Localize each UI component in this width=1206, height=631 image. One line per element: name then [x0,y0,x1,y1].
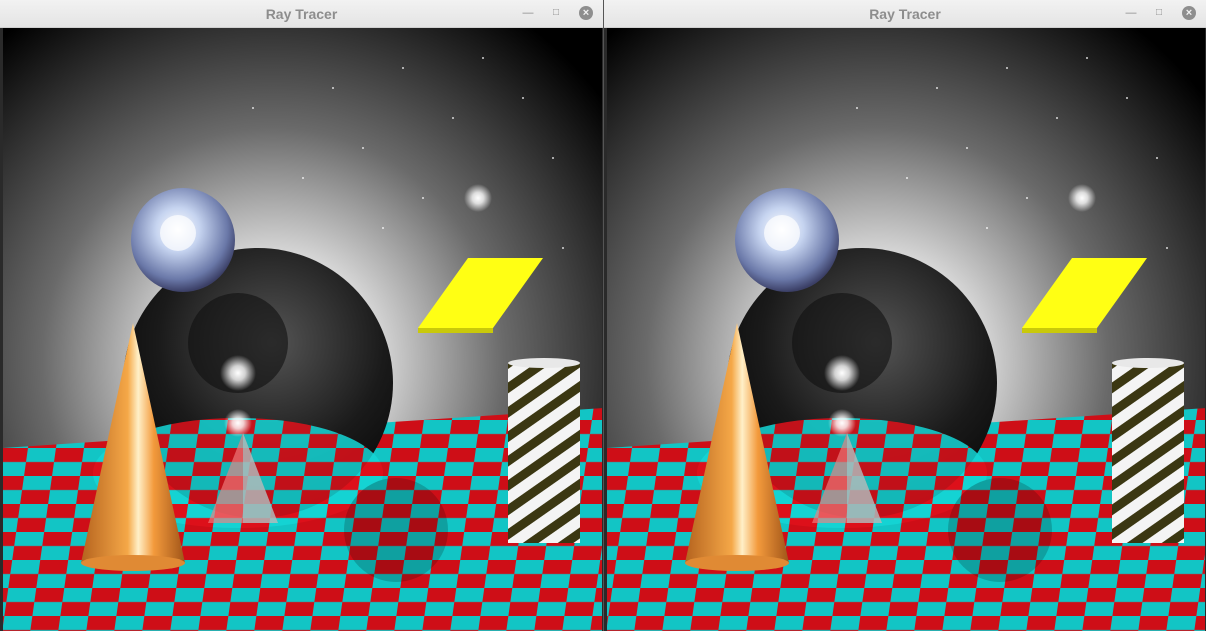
ray-traced-scene [3,28,602,631]
window-title: Ray Tracer [869,6,941,22]
close-icon[interactable]: × [579,6,593,20]
minimize-icon[interactable]: — [1124,6,1138,20]
render-viewport [3,28,602,631]
title-bar[interactable]: Ray Tracer — □ × [0,0,603,28]
minimize-icon[interactable]: — [521,6,535,20]
close-icon[interactable]: × [1182,6,1196,20]
maximize-icon[interactable]: □ [1152,6,1166,20]
ray-tracer-window-right: Ray Tracer — □ × [604,0,1206,631]
ray-tracer-window-left: Ray Tracer — □ × [0,0,603,631]
render-viewport [607,28,1205,631]
window-title: Ray Tracer [265,6,338,22]
ray-traced-scene [607,28,1205,631]
title-bar[interactable]: Ray Tracer — □ × [604,0,1206,28]
maximize-icon[interactable]: □ [549,6,563,20]
